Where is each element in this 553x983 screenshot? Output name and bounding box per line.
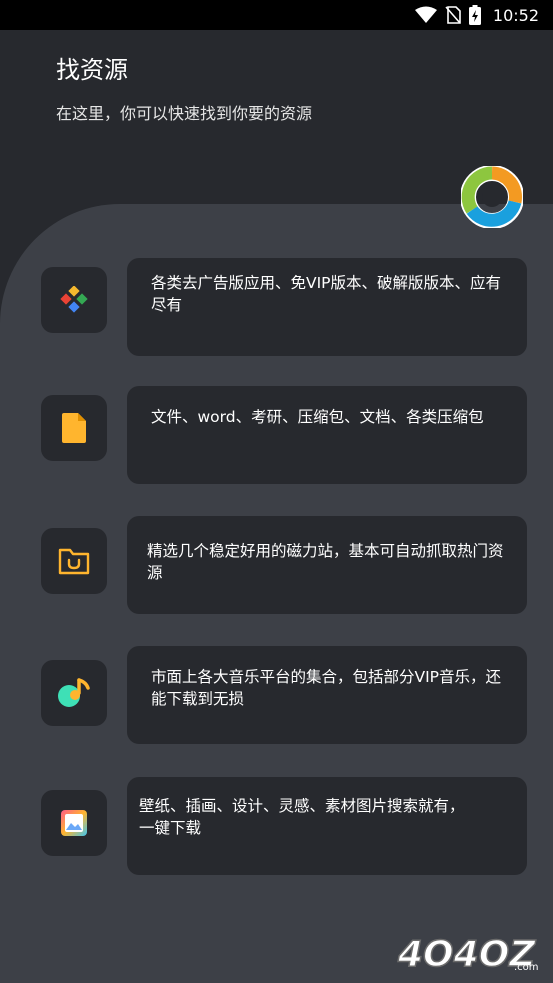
app-logo-icon [460,165,524,229]
resource-card[interactable]: 精选几个稳定好用的磁力站，基本可自动抓取热门资源 [127,516,527,614]
list-item[interactable]: 壁纸、插画、设计、灵感、素材图片搜索就有，一键下载 [0,777,553,877]
diamond-apps-icon [41,267,107,333]
wifi-icon [414,6,437,24]
list-item[interactable]: 市面上各大音乐平台的集合，包括部分VIP音乐，还能下载到无损 [0,646,553,746]
card-text: 精选几个稳定好用的磁力站，基本可自动抓取热门资源 [147,542,504,582]
resource-card[interactable]: 文件、word、考研、压缩包、文档、各类压缩包 [127,386,527,484]
card-text: 市面上各大音乐平台的集合，包括部分VIP音乐，还能下载到无损 [151,668,502,708]
list-item[interactable]: 精选几个稳定好用的磁力站，基本可自动抓取热门资源 [0,516,553,616]
page-subtitle: 在这里，你可以快速找到你要的资源 [56,104,313,123]
card-text: 各类去广告版应用、免VIP版本、破解版版本、应有尽有 [151,274,502,314]
page-title: 找资源 [56,56,128,84]
wallpaper-image-icon [41,790,107,856]
status-time: 10:52 [492,5,539,25]
resource-card[interactable]: 壁纸、插画、设计、灵感、素材图片搜索就有，一键下载 [127,777,527,875]
status-bar: 10:52 [0,0,553,30]
card-text: 文件、word、考研、压缩包、文档、各类压缩包 [151,408,484,426]
document-icon [41,395,107,461]
no-sim-icon [445,6,461,24]
magnet-folder-icon [41,528,107,594]
card-text: 壁纸、插画、设计、灵感、素材图片搜索就有，一键下载 [139,797,465,837]
list-item[interactable]: 文件、word、考研、压缩包、文档、各类压缩包 [0,386,553,486]
resource-card[interactable]: 各类去广告版应用、免VIP版本、破解版版本、应有尽有 [127,258,527,356]
battery-charging-icon [468,5,481,25]
list-item[interactable]: 各类去广告版应用、免VIP版本、破解版版本、应有尽有 [0,258,553,358]
resource-card[interactable]: 市面上各大音乐平台的集合，包括部分VIP音乐，还能下载到无损 [127,646,527,744]
music-note-icon [41,660,107,726]
watermark-suffix: .com [514,962,539,973]
watermark-logo: 4O4OZ .com [396,930,548,976]
